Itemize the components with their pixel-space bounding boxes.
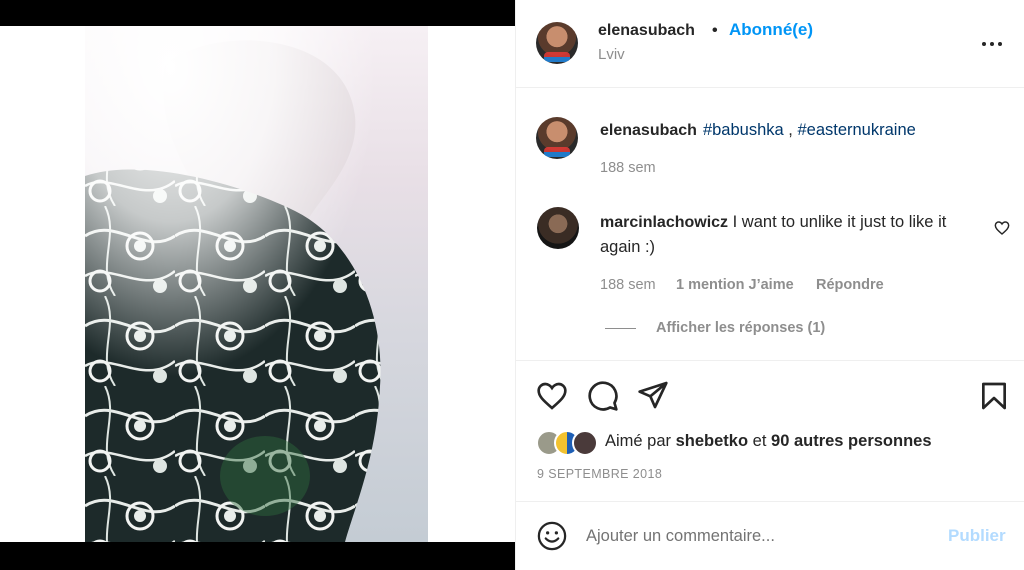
caption-username[interactable]: elenasubach [600,122,697,139]
liked-by-conj: et [752,432,767,450]
liked-by-text: Aimé par shebetko et 90 autres personnes [605,432,932,451]
post-media [0,0,515,570]
liked-by-others[interactable]: 90 autres personnes [771,432,932,450]
hashtag-link[interactable]: #easternukraine [797,121,915,139]
author-username[interactable]: elenasubach [598,22,695,40]
caption-author-avatar[interactable] [536,117,578,159]
post-date[interactable]: 9 SEPTEMBRE 2018 [537,467,662,481]
instagram-post-view: elenasubach • Abonné(e) Lviv elenasubach… [0,0,1024,570]
comment-body: marcinlachowicz I want to unlike it just… [600,210,980,259]
following-button[interactable]: Abonné(e) [729,20,813,40]
commenter-avatar[interactable] [537,207,579,249]
comment-input[interactable] [586,523,926,549]
commenter-username[interactable]: marcinlachowicz [600,214,728,231]
liked-by-prefix: Aimé par [605,432,672,450]
hashtag-link[interactable]: #babushka [703,121,784,139]
letterbox-top [0,0,515,26]
comment-icon[interactable] [587,380,619,412]
comment-composer: Publier [516,503,1024,570]
send-icon[interactable] [637,379,669,411]
avatar [572,430,598,456]
caption-timestamp[interactable]: 188 sem [600,160,656,176]
comment-like-icon[interactable] [994,220,1010,236]
replies-divider [605,328,636,329]
letterbox-bottom [0,542,515,570]
comments-section: elenasubach #babushka , #easternukraine 1… [516,89,1024,361]
view-replies-button[interactable]: Afficher les réponses (1) [656,320,825,336]
comment-timestamp[interactable]: 188 sem [600,277,656,293]
post-header: elenasubach • Abonné(e) Lviv [516,0,1024,88]
liked-by-user[interactable]: shebetko [676,432,748,450]
post-photo[interactable] [85,26,428,542]
author-avatar[interactable] [536,22,578,64]
emoji-icon[interactable] [537,521,567,551]
post-caption: elenasubach #babushka , #easternukraine [600,121,916,140]
caption-separator: , [788,121,793,139]
reply-button[interactable]: Répondre [816,277,884,293]
publish-button[interactable]: Publier [948,526,1006,546]
bookmark-icon[interactable] [978,380,1010,412]
more-options-icon[interactable] [980,32,1004,56]
post-location[interactable]: Lviv [598,46,625,63]
liked-by-avatars[interactable] [536,430,606,456]
post-details-panel: elenasubach • Abonné(e) Lviv elenasubach… [515,0,1024,570]
heart-icon[interactable] [536,380,568,412]
comment-likes-count[interactable]: 1 mention J’aime [676,277,794,293]
header-separator: • [712,22,718,39]
